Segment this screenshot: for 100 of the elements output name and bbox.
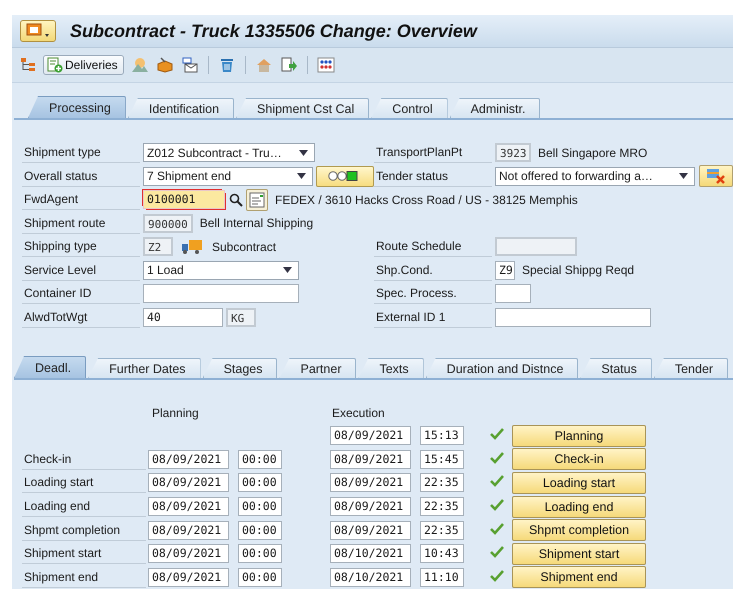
- tender-cancel-button[interactable]: [699, 165, 733, 188]
- field-label: Tender status: [374, 166, 492, 187]
- tab[interactable]: Identification: [128, 98, 234, 118]
- time-field[interactable]: 00:00: [238, 473, 282, 492]
- tab[interactable]: Status: [580, 358, 652, 378]
- field-label: Spec. Process.: [374, 283, 492, 304]
- event-button[interactable]: Shipment start: [512, 542, 646, 565]
- deadline-label: Shipment end: [22, 566, 146, 588]
- time-field[interactable]: 11:10: [420, 568, 464, 587]
- date-field[interactable]: 08/09/2021: [330, 520, 411, 540]
- date-field[interactable]: 08/09/2021: [330, 473, 411, 492]
- caret-icon: [299, 150, 308, 156]
- field-label: FwdAgent: [22, 189, 140, 210]
- caret-icon: [297, 173, 306, 180]
- event-button[interactable]: Planning: [512, 424, 646, 447]
- caret-icon: [679, 173, 688, 180]
- field-description: Subcontract: [212, 240, 276, 254]
- field-label: TransportPlanPt: [374, 142, 492, 164]
- date-field[interactable]: 08/09/2021: [148, 568, 229, 587]
- time-field[interactable]: 00:00: [238, 520, 282, 540]
- system-menu-button[interactable]: [20, 20, 56, 42]
- tab[interactable]: Administr.: [450, 98, 540, 118]
- document-arrow-icon[interactable]: [280, 57, 298, 73]
- dropdown[interactable]: 1 Load: [143, 260, 299, 280]
- time-field[interactable]: 00:00: [238, 544, 282, 564]
- tab[interactable]: Partner: [279, 358, 356, 378]
- tab[interactable]: Control: [371, 98, 448, 118]
- field-description: FEDEX / 3610 Hacks Cross Road / US - 38125 Memphis: [275, 192, 578, 207]
- date-field[interactable]: 08/09/2021: [148, 520, 229, 540]
- document-plus-icon: [47, 57, 63, 73]
- date-field[interactable]: 08/09/2021: [148, 497, 229, 516]
- column-heading: Execution: [332, 406, 385, 420]
- date-field[interactable]: 08/09/2021: [330, 426, 411, 446]
- input-field[interactable]: Z9: [495, 260, 515, 280]
- box-icon[interactable]: [156, 57, 174, 73]
- dropdown[interactable]: 7 Shipment end: [143, 166, 313, 186]
- deadline-label: Shipment start: [22, 543, 146, 564]
- tab[interactable]: Processing: [28, 96, 126, 118]
- tab[interactable]: Texts: [358, 358, 424, 378]
- time-field[interactable]: 22:35: [420, 497, 464, 516]
- field-label: Shipment route: [22, 212, 140, 234]
- tab[interactable]: Shipment Cst Cal: [236, 98, 370, 118]
- date-field[interactable]: 08/09/2021: [330, 497, 411, 516]
- field-label: Route Schedule: [374, 236, 492, 258]
- input-field[interactable]: 40: [143, 308, 223, 327]
- deadline-label: Check-in: [22, 448, 146, 470]
- envelope-icon[interactable]: [180, 57, 199, 73]
- time-field[interactable]: 00:00: [238, 497, 282, 516]
- search-icon[interactable]: [229, 192, 243, 207]
- event-button[interactable]: Loading start: [512, 472, 646, 494]
- event-button[interactable]: Check-in: [512, 448, 646, 470]
- window-title: Subcontract - Truck 1335506 Change: Overview: [70, 20, 477, 42]
- deadline-label: Loading start: [22, 472, 146, 494]
- input-field[interactable]: [143, 284, 299, 304]
- field-label: AlwdTotWgt: [22, 306, 140, 328]
- input-field[interactable]: [495, 308, 651, 327]
- field-description: Special Shippg Reqd: [522, 263, 634, 278]
- input-field[interactable]: [495, 284, 531, 304]
- tab[interactable]: Tender: [654, 358, 728, 378]
- date-field[interactable]: 08/09/2021: [330, 450, 411, 469]
- unit-field: KG: [226, 308, 256, 327]
- time-field[interactable]: 22:35: [420, 473, 464, 492]
- field-label: Container ID: [22, 283, 140, 304]
- field-label: Shp.Cond.: [374, 260, 492, 281]
- event-button[interactable]: Shpmt completion: [512, 519, 646, 542]
- time-field[interactable]: 15:13: [420, 426, 464, 446]
- date-field[interactable]: 08/10/2021: [330, 568, 411, 587]
- tab[interactable]: Further Dates: [88, 358, 201, 378]
- tab[interactable]: Stages: [202, 358, 278, 378]
- time-field[interactable]: 00:00: [238, 568, 282, 587]
- display-field: 3923: [495, 143, 531, 162]
- details-button[interactable]: [246, 188, 268, 211]
- tab[interactable]: Deadl.: [14, 356, 86, 378]
- column-heading: Planning: [152, 406, 200, 420]
- status-lights-button[interactable]: [316, 166, 374, 187]
- hierarchy-icon[interactable]: [20, 57, 36, 73]
- field-label: Service Level: [22, 260, 140, 281]
- dropdown[interactable]: Z012 Subcontract - Tru…: [143, 143, 315, 162]
- event-button[interactable]: Loading end: [512, 496, 646, 518]
- dropdown[interactable]: Not offered to forwarding a…: [495, 166, 695, 186]
- caret-icon: [283, 267, 292, 274]
- deadline-label: Shpmt completion: [22, 520, 146, 541]
- time-field[interactable]: 22:35: [420, 520, 464, 540]
- event-button[interactable]: Shipment end: [512, 566, 646, 588]
- time-field[interactable]: 00:00: [238, 450, 282, 469]
- input-field[interactable]: 0100001: [143, 190, 225, 210]
- date-field[interactable]: 08/10/2021: [330, 544, 411, 564]
- field-label: External ID 1: [374, 306, 492, 328]
- field-label: Shipment type: [22, 142, 140, 164]
- field-description: Bell Singapore MRO: [538, 146, 648, 160]
- grid-icon[interactable]: [316, 57, 335, 73]
- time-field[interactable]: 10:43: [420, 544, 464, 564]
- field-description: Bell Internal Shipping: [200, 216, 314, 230]
- deliveries-button[interactable]: Deliveries: [43, 55, 124, 75]
- date-field[interactable]: 08/09/2021: [148, 450, 229, 469]
- date-field[interactable]: 08/09/2021: [148, 473, 229, 492]
- time-field[interactable]: 15:45: [420, 450, 464, 469]
- field-label: Overall status: [22, 166, 140, 187]
- tab[interactable]: Duration and Distnce: [426, 358, 578, 378]
- date-field[interactable]: 08/09/2021: [148, 544, 229, 564]
